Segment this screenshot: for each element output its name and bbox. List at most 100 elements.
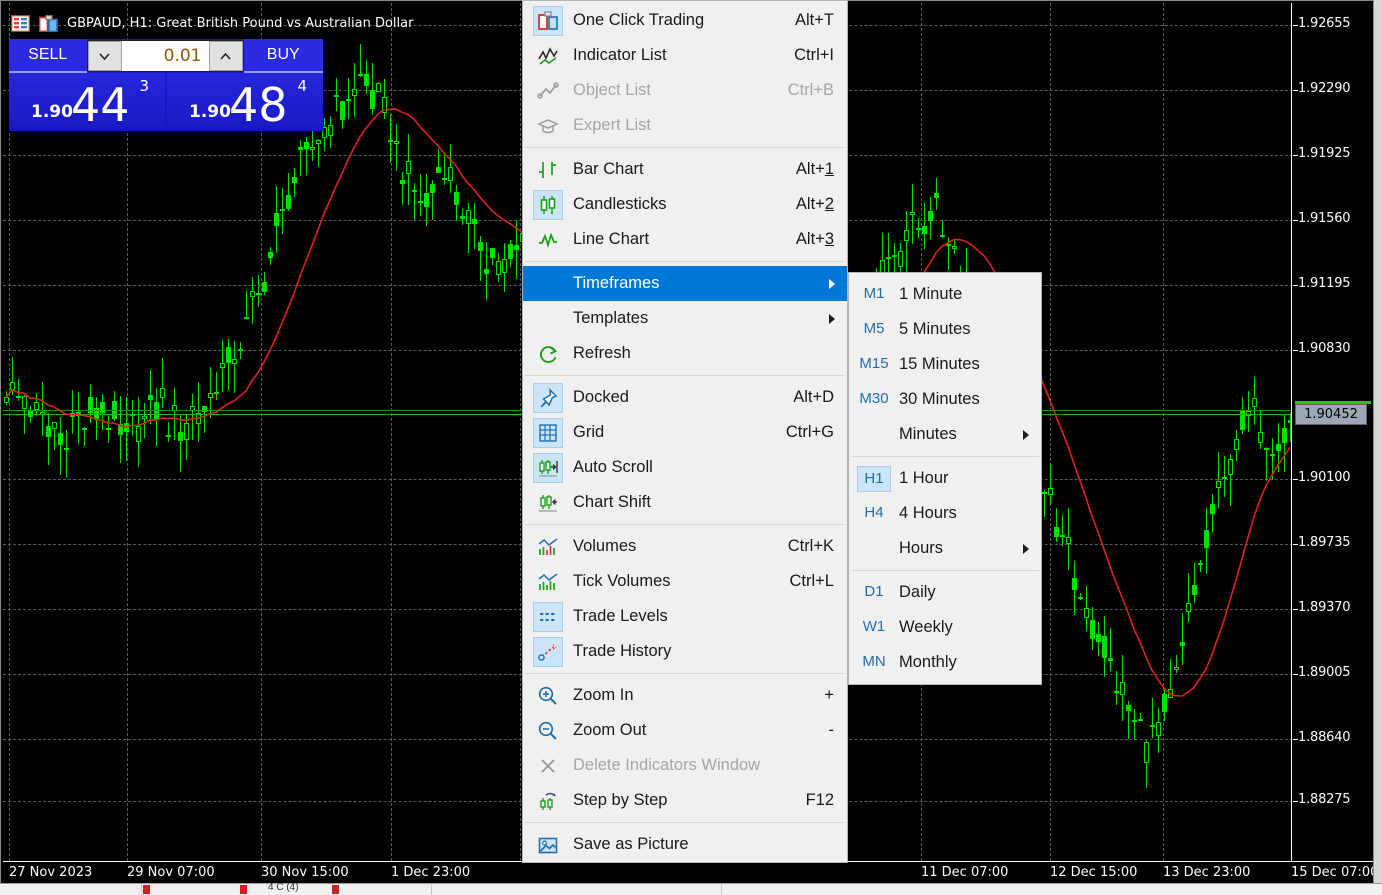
menu-separator (851, 570, 1039, 571)
step-by-step-icon (533, 786, 563, 816)
menu-item-label: Object List (573, 81, 651, 100)
menu-item-refresh[interactable]: Refresh (523, 336, 847, 371)
menu-item-volumes[interactable]: VolumesCtrl+K (523, 529, 847, 564)
taskbar[interactable]: 4 C (4) (0, 883, 1382, 895)
menu-item-delete-indicators-window[interactable]: Delete Indicators Window (523, 748, 847, 783)
menu-accelerator: Ctrl+K (788, 537, 834, 556)
timeframe-item-hours[interactable]: Hours (849, 531, 1041, 566)
one-click-trading-panel[interactable]: SELL 0.01 BUY 1.90 44 3 (9, 39, 323, 131)
line-chart-icon (533, 225, 563, 255)
price-tick-label: 1.88640 (1298, 730, 1350, 745)
volume-decrease-button[interactable] (88, 41, 122, 71)
buy-price-fraction: 4 (297, 77, 307, 95)
volume-stepper[interactable]: 0.01 (87, 40, 244, 72)
menu-item-label: One Click Trading (573, 11, 704, 30)
current-price-label: 1.90452 (1295, 404, 1367, 425)
timeframe-label: Monthly (899, 653, 957, 672)
gridline-vertical (1050, 3, 1051, 861)
menu-item-line-chart[interactable]: Line Chart Alt+3 (523, 222, 847, 257)
menu-item-bar-chart[interactable]: Bar ChartAlt+1 (523, 152, 847, 187)
chart-window-icon[interactable] (39, 15, 58, 32)
menu-item-label: Candlesticks (573, 195, 667, 214)
menu-item-label: Save as Picture (573, 835, 689, 854)
timeframe-tag: M5 (857, 317, 891, 343)
taskbar-marker (240, 885, 247, 894)
buy-price-button[interactable]: 1.90 48 4 (167, 73, 323, 129)
menu-item-one-click-trading[interactable]: One Click TradingAlt+T (523, 3, 847, 38)
timeframe-tag: H4 (857, 501, 891, 527)
menu-separator (525, 375, 845, 376)
menu-item-label: Step by Step (573, 791, 667, 810)
timeframe-item-4-hours[interactable]: H44 Hours (849, 496, 1041, 531)
menu-accelerator: + (824, 686, 834, 705)
sell-price-button[interactable]: 1.90 44 3 (9, 73, 165, 129)
menu-item-expert-list[interactable]: Expert List (523, 108, 847, 143)
timeframes-submenu[interactable]: M11 MinuteM55 MinutesM1515 MinutesM3030 … (848, 272, 1042, 685)
timeframe-item-weekly[interactable]: W1Weekly (849, 610, 1041, 645)
timeframe-item-1-minute[interactable]: M11 Minute (849, 277, 1041, 312)
menu-accelerator: Ctrl+I (794, 46, 834, 65)
menu-item-label: Trade History (573, 642, 671, 661)
price-axis[interactable]: 1.926551.922901.919251.915601.911951.908… (1291, 3, 1373, 863)
taskbar-marker (332, 885, 339, 894)
menu-item-templates[interactable]: Templates (523, 301, 847, 336)
candlesticks-icon (533, 190, 563, 220)
price-tick-label: 1.88275 (1298, 792, 1350, 807)
menu-item-label: Zoom Out (573, 721, 646, 740)
time-tick-label: 11 Dec 07:00 (921, 865, 1008, 880)
timeframe-item-15-minutes[interactable]: M1515 Minutes (849, 347, 1041, 382)
timeframe-item-1-hour[interactable]: H11 Hour (849, 461, 1041, 496)
chart-context-menu[interactable]: One Click TradingAlt+TIndicator ListCtrl… (522, 0, 848, 863)
menu-item-label: Tick Volumes (573, 572, 671, 591)
timeframe-label: Daily (899, 583, 936, 602)
refresh-icon (533, 339, 563, 369)
menu-item-save-as-picture[interactable]: Save as Picture (523, 827, 847, 862)
chevron-right-icon (1023, 544, 1029, 554)
sell-label[interactable]: SELL (9, 39, 87, 73)
timeframe-item-monthly[interactable]: MNMonthly (849, 645, 1041, 680)
chart-list-icon[interactable] (11, 15, 30, 32)
menu-accelerator: Ctrl+G (786, 423, 834, 442)
price-tick-label: 1.90830 (1298, 341, 1350, 356)
menu-item-docked[interactable]: DockedAlt+D (523, 380, 847, 415)
menu-item-label: Line Chart (573, 230, 649, 249)
menu-item-trade-levels[interactable]: Trade Levels (523, 599, 847, 634)
menu-item-label: Grid (573, 423, 604, 442)
price-tick-label: 1.91925 (1298, 146, 1350, 161)
timeframe-item-5-minutes[interactable]: M55 Minutes (849, 312, 1041, 347)
menu-separator (525, 524, 845, 525)
buy-label[interactable]: BUY (244, 39, 323, 73)
menu-separator (525, 673, 845, 674)
timeframe-item-30-minutes[interactable]: M3030 Minutes (849, 382, 1041, 417)
menu-item-timeframes[interactable]: Timeframes (523, 266, 847, 301)
timeframe-item-minutes[interactable]: Minutes (849, 417, 1041, 452)
menu-accelerator: Alt+3 (796, 230, 834, 249)
price-tick-label: 1.89005 (1298, 665, 1350, 680)
menu-item-zoom-in[interactable]: Zoom In+ (523, 678, 847, 713)
timeframe-label: 30 Minutes (899, 390, 980, 409)
menu-item-zoom-out[interactable]: Zoom Out- (523, 713, 847, 748)
menu-item-auto-scroll[interactable]: Auto Scroll (523, 450, 847, 485)
menu-item-label: Trade Levels (573, 607, 668, 626)
menu-item-indicator-list[interactable]: Indicator ListCtrl+I (523, 38, 847, 73)
menu-accelerator: Alt+1 (796, 160, 834, 179)
volume-increase-button[interactable] (209, 41, 243, 71)
menu-item-step-by-step[interactable]: Step by StepF12 (523, 783, 847, 818)
price-tick-label: 1.89370 (1298, 600, 1350, 615)
time-tick-label: 27 Nov 2023 (9, 865, 92, 880)
chevron-right-icon (829, 314, 835, 324)
menu-item-trade-history[interactable]: Trade History (523, 634, 847, 669)
price-tick-label: 1.89735 (1298, 535, 1350, 550)
volume-input[interactable]: 0.01 (122, 41, 209, 71)
menu-item-chart-shift[interactable]: Chart Shift (523, 485, 847, 520)
menu-item-grid[interactable]: Grid Ctrl+G (523, 415, 847, 450)
menu-item-tick-volumes[interactable]: Tick VolumesCtrl+L (523, 564, 847, 599)
menu-item-object-list[interactable]: Object ListCtrl+B (523, 73, 847, 108)
volumes-icon (533, 532, 563, 562)
menu-item-candlesticks[interactable]: CandlesticksAlt+2 (523, 187, 847, 222)
menu-separator (525, 261, 845, 262)
buy-price-big: 48 (229, 78, 288, 129)
timeframe-item-daily[interactable]: D1Daily (849, 575, 1041, 610)
timeframe-label: 1 Hour (899, 469, 949, 488)
time-axis[interactable]: 27 Nov 202329 Nov 07:0030 Nov 15:001 Dec… (3, 861, 1373, 885)
